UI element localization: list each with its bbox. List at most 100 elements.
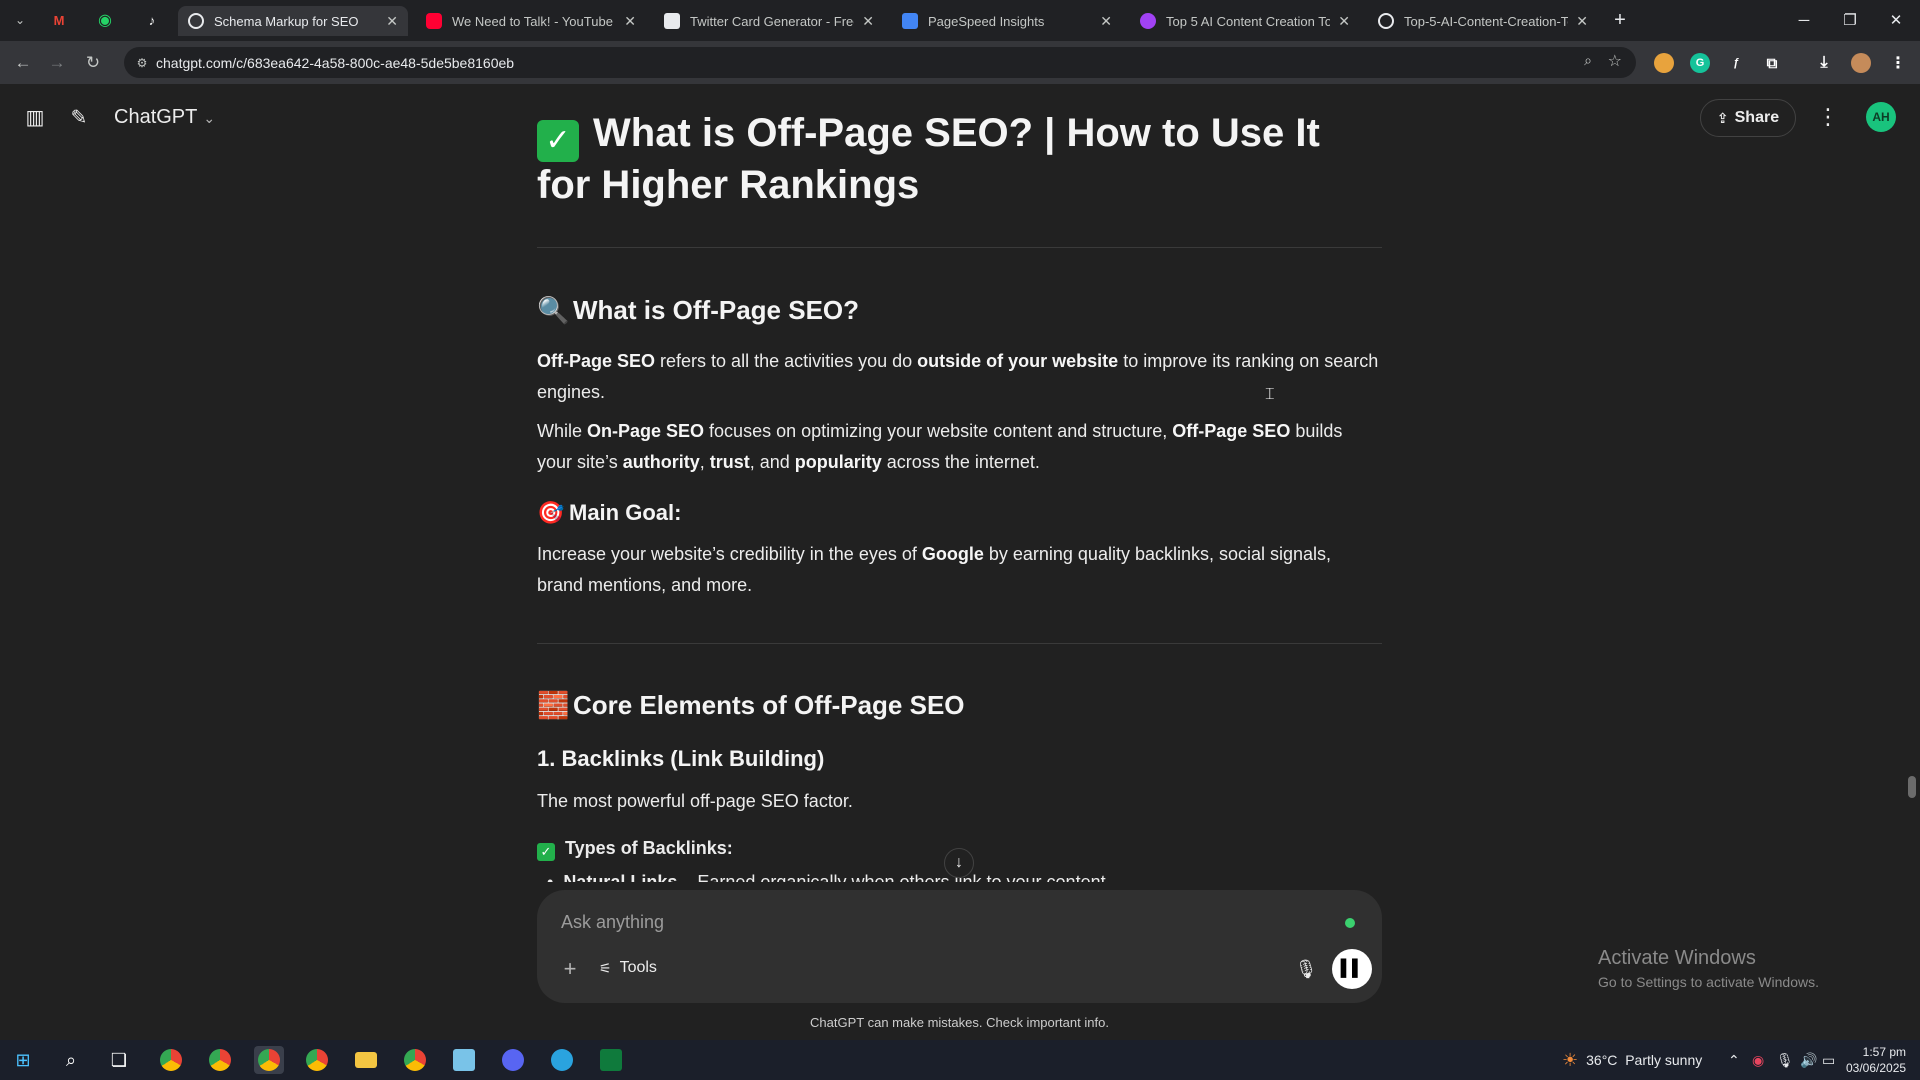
subsection-heading: 🎯 Main Goal: xyxy=(537,500,682,525)
microphone-icon[interactable]: 🎙 xyxy=(1293,956,1319,982)
address-bar[interactable]: ⚙ chatgpt.com/c/683ea642-4a58-800c-ae48-… xyxy=(124,47,1636,78)
close-tab-icon[interactable]: ✕ xyxy=(862,13,874,30)
gmail-icon[interactable]: M xyxy=(47,8,71,32)
more-options-icon[interactable]: ⋮ xyxy=(1815,104,1841,130)
new-tab-icon[interactable]: + xyxy=(1608,8,1632,32)
status-dot xyxy=(1345,918,1355,928)
close-tab-icon[interactable]: ✕ xyxy=(1338,13,1350,30)
back-arrow-icon[interactable]: ← xyxy=(10,50,36,76)
avatar[interactable]: AH xyxy=(1866,102,1896,132)
extension-icon[interactable] xyxy=(1654,53,1674,73)
terminal-icon[interactable] xyxy=(596,1046,626,1074)
telegram-icon[interactable] xyxy=(547,1046,577,1074)
weather-widget[interactable]: ☀ 36°C Partly sunny xyxy=(1562,1040,1702,1080)
whatsapp-icon[interactable]: ◉ xyxy=(93,8,117,32)
divider xyxy=(537,247,1382,248)
paragraph: While On-Page SEO focuses on optimizing … xyxy=(537,421,1343,472)
download-icon[interactable]: ⤓ xyxy=(1814,53,1834,73)
subsection-heading: 1. Backlinks (Link Building) xyxy=(537,746,825,771)
tab-schema-markup[interactable]: Schema Markup for SEO ✕ xyxy=(178,6,408,36)
chrome-app-icon[interactable] xyxy=(205,1046,235,1074)
model-selector[interactable]: ChatGPT ⌄ xyxy=(114,106,215,129)
discord-icon[interactable] xyxy=(498,1046,528,1074)
reload-icon[interactable]: ↻ xyxy=(80,50,106,76)
section-heading: 🧱 Core Elements of Off-Page SEO xyxy=(537,690,965,720)
chevron-down-icon: ⌄ xyxy=(203,110,216,126)
windows-start-icon[interactable]: ⊞ xyxy=(8,1046,38,1074)
network-icon[interactable]: ▭ xyxy=(1822,1040,1835,1080)
tab-twitter-card[interactable]: Twitter Card Generator - Free T ✕ xyxy=(654,6,884,36)
scrollbar-thumb[interactable] xyxy=(1908,776,1916,798)
paragraph: Increase your website’s credibility in t… xyxy=(537,544,1332,595)
scroll-down-button[interactable]: ↓ xyxy=(944,848,974,878)
prompt-input[interactable]: Ask anything xyxy=(561,912,664,933)
formula-extension-icon[interactable]: ƒ xyxy=(1726,53,1746,73)
grammarly-icon[interactable]: G xyxy=(1690,53,1710,73)
divider xyxy=(537,643,1382,644)
extensions-puzzle-icon[interactable]: ⧉ xyxy=(1762,53,1782,73)
target-icon: 🎯 xyxy=(537,500,565,525)
share-icon: ⇪ xyxy=(1716,109,1729,126)
new-chat-icon[interactable]: ✎ xyxy=(66,104,92,130)
weather-sun-icon: ☀ xyxy=(1562,1049,1579,1070)
forward-arrow-icon[interactable]: → xyxy=(44,50,70,76)
article-title: ✓ What is Off-Page SEO? | How to Use It f… xyxy=(537,111,1320,207)
volume-icon[interactable]: 🔊 xyxy=(1800,1040,1817,1080)
browser-tab-strip: ⌄ M ◉ ♪ Schema Markup for SEO ✕ We Need … xyxy=(0,0,1920,41)
chrome-app-icon[interactable] xyxy=(254,1046,284,1074)
record-icon[interactable]: ◉ xyxy=(1752,1040,1764,1080)
tab-title: Twitter Card Generator - Free T xyxy=(690,13,855,29)
tab-ai-tools[interactable]: Top 5 AI Content Creation Tools ✕ xyxy=(1130,6,1360,36)
close-tab-icon[interactable]: ✕ xyxy=(624,13,636,30)
tab-search-button[interactable]: ⌄ xyxy=(8,8,32,32)
tiktok-icon[interactable]: ♪ xyxy=(140,8,164,32)
page-scrollbar[interactable] xyxy=(1908,96,1916,906)
site-settings-icon[interactable]: ⚙ xyxy=(132,53,152,73)
mouse-cursor-icon: ⌶ xyxy=(1265,386,1275,403)
tools-button[interactable]: ⚟ Tools xyxy=(599,959,657,977)
profile-avatar[interactable] xyxy=(1851,53,1871,73)
section-heading: 🔍 What is Off-Page SEO? xyxy=(537,295,860,325)
tab-title: Schema Markup for SEO xyxy=(214,13,359,29)
chrome-app-icon[interactable] xyxy=(400,1046,430,1074)
notepad-icon[interactable] xyxy=(449,1046,479,1074)
microphone-tray-icon[interactable]: 🎙 xyxy=(1776,1040,1794,1080)
task-view-icon[interactable]: ❏ xyxy=(104,1046,134,1074)
globe-icon xyxy=(188,13,204,29)
search-icon[interactable]: ⌕ xyxy=(56,1046,86,1074)
check-mark-icon: ✓ xyxy=(537,120,579,162)
globe-icon xyxy=(1378,13,1394,29)
sliders-icon: ⚟ xyxy=(599,959,612,976)
system-clock[interactable]: 1:57 pm 03/06/2025 xyxy=(1846,1044,1906,1076)
windows-activation-watermark: Activate Windows Go to Settings to activ… xyxy=(1598,947,1819,990)
zoom-icon[interactable]: ⌕ xyxy=(1584,52,1592,69)
close-window-icon[interactable]: ✕ xyxy=(1876,6,1916,34)
tab-ai-tools-2[interactable]: Top-5-AI-Content-Creation-Tools ✕ xyxy=(1368,6,1598,36)
tab-youtube[interactable]: We Need to Talk! - YouTube ✕ xyxy=(416,6,646,36)
restore-icon[interactable]: ❐ xyxy=(1830,6,1870,34)
tab-pagespeed[interactable]: PageSpeed Insights ✕ xyxy=(892,6,1122,36)
sidebar-toggle-icon[interactable]: ▥ xyxy=(22,104,48,130)
disclaimer: ChatGPT can make mistakes. Check importa… xyxy=(810,1015,1109,1030)
share-button[interactable]: ⇪ Share xyxy=(1700,99,1796,137)
tray-overflow-icon[interactable]: ⌃ xyxy=(1728,1040,1740,1080)
close-tab-icon[interactable]: ✕ xyxy=(386,13,398,30)
chrome-app-icon[interactable] xyxy=(302,1046,332,1074)
bookmark-star-icon[interactable]: ☆ xyxy=(1608,51,1622,71)
paragraph: The most powerful off-page SEO factor. xyxy=(537,791,853,811)
close-tab-icon[interactable]: ✕ xyxy=(1100,13,1112,30)
voice-mode-button[interactable]: ▌▌ xyxy=(1332,949,1372,989)
url-text: chatgpt.com/c/683ea642-4a58-800c-ae48-5d… xyxy=(156,55,515,71)
chrome-app-icon[interactable] xyxy=(156,1046,186,1074)
tab-title: We Need to Talk! - YouTube xyxy=(452,13,613,29)
minimize-icon[interactable]: ─ xyxy=(1784,6,1824,34)
check-mark-icon: ✓ xyxy=(537,842,555,861)
windows-taskbar: ⊞ ⌕ ❏ ☀ 36°C Partly sunny ⌃ ◉ 🎙 🔊 ▭ 1:57… xyxy=(0,1040,1920,1080)
plus-icon[interactable]: + xyxy=(557,956,583,982)
message-composer[interactable]: Ask anything + ⚟ Tools 🎙 ▌▌ xyxy=(537,890,1382,1003)
share-label: Share xyxy=(1734,109,1780,126)
browser-menu-icon[interactable]: ⋮ xyxy=(1888,53,1908,73)
bricks-icon: 🧱 xyxy=(537,690,570,720)
file-explorer-icon[interactable] xyxy=(351,1046,381,1074)
close-tab-icon[interactable]: ✕ xyxy=(1576,13,1588,30)
